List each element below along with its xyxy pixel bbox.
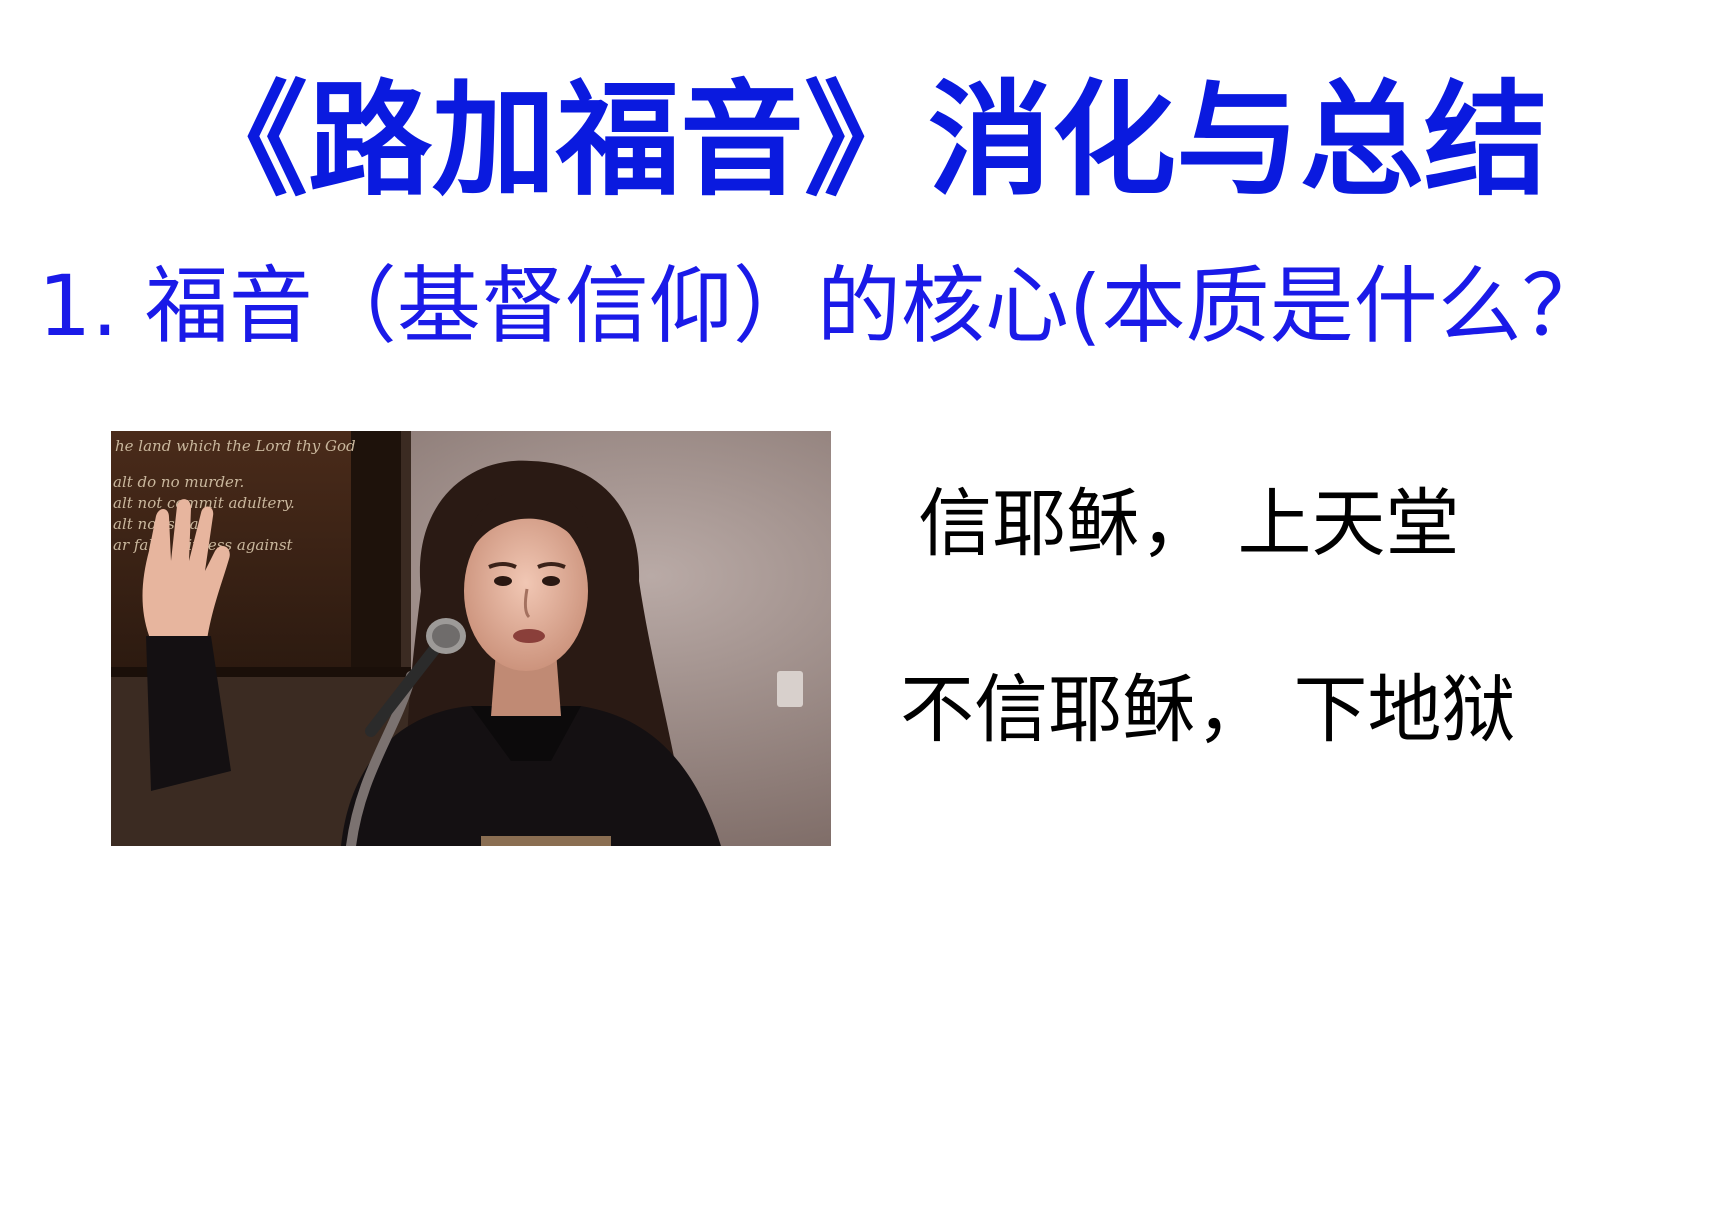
speaker-photo: he land which the Lord thy God alt do no… — [111, 431, 831, 846]
slide-title: 《路加福音》消化与总结 — [183, 69, 1548, 213]
statement-believe: 信耶稣， 上天堂 — [918, 481, 1460, 567]
statement-not-believe: 不信耶稣， 下地狱 — [900, 667, 1516, 753]
wall-switch-icon — [777, 671, 803, 707]
board-line-2: alt do no murder. — [113, 473, 244, 491]
speaker-photo-illustration: he land which the Lord thy God alt do no… — [111, 431, 831, 846]
slide-subtitle: 1. 福音（基督信仰）的核心(本质是什么？ — [38, 257, 1606, 355]
board-line-1: he land which the Lord thy God — [115, 437, 356, 455]
